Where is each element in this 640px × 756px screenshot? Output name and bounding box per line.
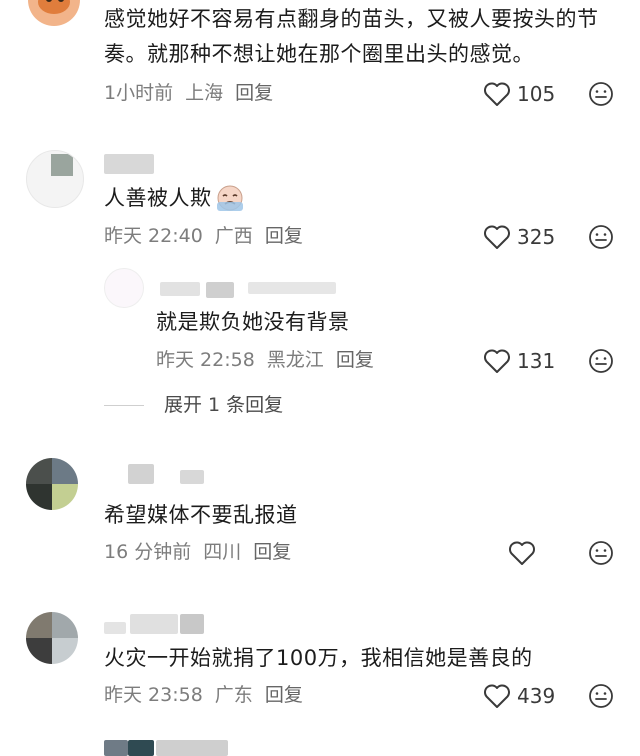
reply-button[interactable]: 回复 xyxy=(336,349,374,371)
username-blurred xyxy=(180,614,204,634)
like-count: 105 xyxy=(517,82,556,106)
heart-outline-icon xyxy=(484,225,510,249)
like-button[interactable]: 439 xyxy=(483,681,555,711)
reply-location: 黑龙江 xyxy=(266,349,324,371)
heart-outline-icon xyxy=(484,349,510,373)
comment-location: 广西 xyxy=(214,225,253,247)
username-blurred xyxy=(130,614,178,634)
heart-outline-icon xyxy=(484,82,510,106)
like-button[interactable]: 325 xyxy=(483,222,555,252)
crying-emoji-icon xyxy=(216,185,243,211)
emoji-face-icon[interactable] xyxy=(588,683,614,709)
like-button[interactable] xyxy=(508,538,542,568)
heart-outline-icon xyxy=(484,684,510,708)
reply-time: 昨天 22:58 xyxy=(156,349,255,371)
username-blurred xyxy=(160,282,200,296)
reply-text: 就是欺负她没有背景 xyxy=(156,310,350,334)
username-blurred xyxy=(248,282,336,294)
username-blurred xyxy=(104,154,154,174)
emoji-face-icon[interactable] xyxy=(588,348,614,374)
heart-outline-icon xyxy=(509,541,535,565)
avatar[interactable] xyxy=(26,458,78,510)
comment-time: 16 分钟前 xyxy=(104,541,192,563)
username-blurred xyxy=(180,470,204,484)
reply-meta: 昨天 22:58 黑龙江 回复 xyxy=(156,347,386,373)
like-button[interactable]: 105 xyxy=(483,79,555,109)
avatar[interactable] xyxy=(26,612,78,664)
username-blurred xyxy=(156,740,228,756)
comment-time: 1小时前 xyxy=(104,82,174,104)
like-count: 439 xyxy=(517,684,556,708)
comment-text: 火灾一开始就捐了100万，我相信她是善良的 xyxy=(104,646,533,670)
like-count: 325 xyxy=(517,225,556,249)
comment-meta: 昨天 23:58 广东 回复 xyxy=(104,682,315,708)
like-count: 131 xyxy=(517,349,556,373)
username-blurred xyxy=(128,464,154,484)
comment-text: 希望媒体不要乱报道 xyxy=(104,503,298,527)
reply-button[interactable]: 回复 xyxy=(253,541,291,563)
avatar[interactable] xyxy=(26,150,84,208)
username-blurred xyxy=(104,622,126,634)
emoji-face-icon[interactable] xyxy=(588,81,614,107)
avatar[interactable] xyxy=(104,268,144,308)
like-button[interactable]: 131 xyxy=(483,346,555,376)
divider xyxy=(104,404,144,406)
comment-location: 广东 xyxy=(214,684,253,706)
comment-meta: 1小时前 上海 回复 xyxy=(104,80,285,106)
username-blurred xyxy=(104,740,128,756)
comment-meta: 16 分钟前 四川 回复 xyxy=(104,539,303,565)
expand-replies-label: 展开 1 条回复 xyxy=(164,394,284,416)
username-blurred xyxy=(206,282,234,298)
avatar[interactable] xyxy=(28,0,80,26)
comment-meta: 昨天 22:40 广西 回复 xyxy=(104,223,315,249)
emoji-face-icon[interactable] xyxy=(588,224,614,250)
comment-location: 四川 xyxy=(203,541,242,563)
username-blurred xyxy=(128,740,154,756)
comment-text: 感觉她好不容易有点翻身的苗头，又被人要按头的节奏。就那种不想让她在那个圈里出头的… xyxy=(104,7,599,66)
comment-time: 昨天 22:40 xyxy=(104,225,203,247)
reply-button[interactable]: 回复 xyxy=(235,82,273,104)
reply-button[interactable]: 回复 xyxy=(265,225,303,247)
reply-button[interactable]: 回复 xyxy=(265,684,303,706)
emoji-face-icon[interactable] xyxy=(588,540,614,566)
comment-text: 人善被人欺 xyxy=(104,183,246,213)
comment-text-content: 人善被人欺 xyxy=(104,185,212,210)
comment-time: 昨天 23:58 xyxy=(104,684,203,706)
expand-replies-button[interactable]: 展开 1 条回复 xyxy=(104,392,283,418)
comment-location: 上海 xyxy=(185,82,224,104)
